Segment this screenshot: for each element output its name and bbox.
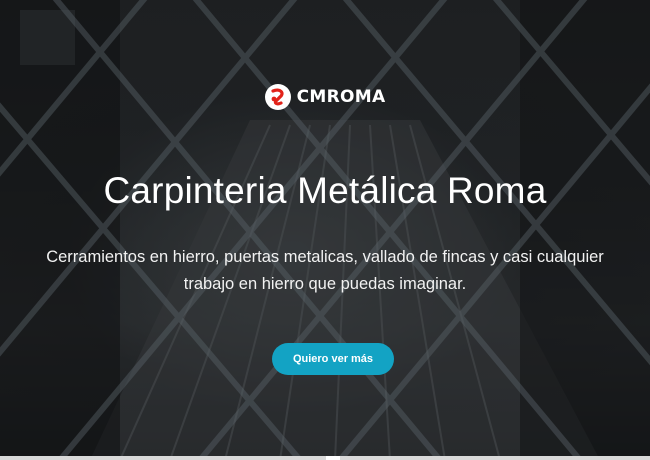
brand-logo[interactable]: CMROMA xyxy=(0,84,650,110)
hero-section: CMROMA Carpinteria Metálica Roma Cerrami… xyxy=(0,0,650,460)
brand-name: CMROMA xyxy=(296,87,386,107)
bottom-scrollbar-track xyxy=(0,456,650,460)
hero-subtitle: Cerramientos en hierro, puertas metalica… xyxy=(46,248,604,293)
cta-button[interactable]: Quiero ver más xyxy=(272,343,394,375)
hero-content: CMROMA Carpinteria Metálica Roma Cerrami… xyxy=(0,0,650,460)
hero-title: Carpinteria Metálica Roma xyxy=(103,170,547,211)
bottom-scroll-indicator[interactable] xyxy=(326,456,340,460)
roma-swirl-icon xyxy=(264,84,291,110)
